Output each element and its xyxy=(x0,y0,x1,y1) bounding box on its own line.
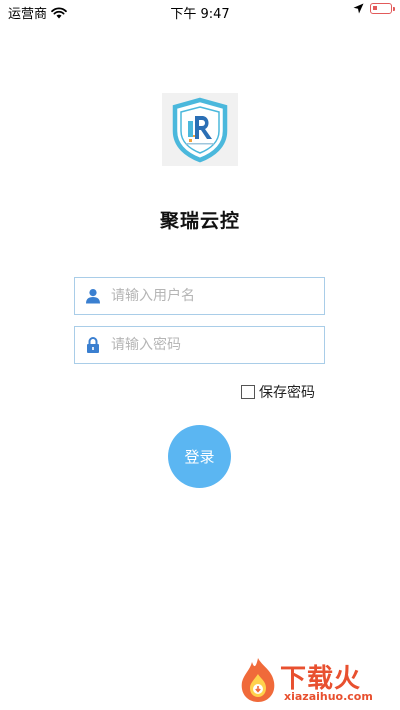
watermark: 下载火 xiazaihuo.com xyxy=(236,656,396,706)
status-right xyxy=(353,3,395,14)
app-title: 聚瑞云控 xyxy=(159,210,240,232)
remember-checkbox[interactable] xyxy=(241,385,255,399)
shield-logo-icon xyxy=(172,97,228,162)
password-input[interactable] xyxy=(111,327,324,363)
password-field[interactable] xyxy=(74,326,325,364)
status-time: 下午 9:47 xyxy=(170,7,230,22)
location-arrow-icon xyxy=(353,3,364,14)
lock-icon xyxy=(75,337,111,353)
username-field[interactable] xyxy=(74,277,325,315)
user-icon xyxy=(75,288,111,304)
remember-label: 保存密码 xyxy=(259,385,315,401)
flame-logo-icon xyxy=(241,658,275,702)
battery-low-icon xyxy=(370,3,395,14)
watermark-url: xiazaihuo.com xyxy=(284,690,373,703)
username-input[interactable] xyxy=(111,278,324,314)
status-bar: 运营商 下午 9:47 xyxy=(0,0,400,22)
login-button[interactable]: 登录 xyxy=(168,425,231,488)
app-logo xyxy=(162,93,238,166)
remember-password[interactable]: 保存密码 xyxy=(241,382,315,402)
